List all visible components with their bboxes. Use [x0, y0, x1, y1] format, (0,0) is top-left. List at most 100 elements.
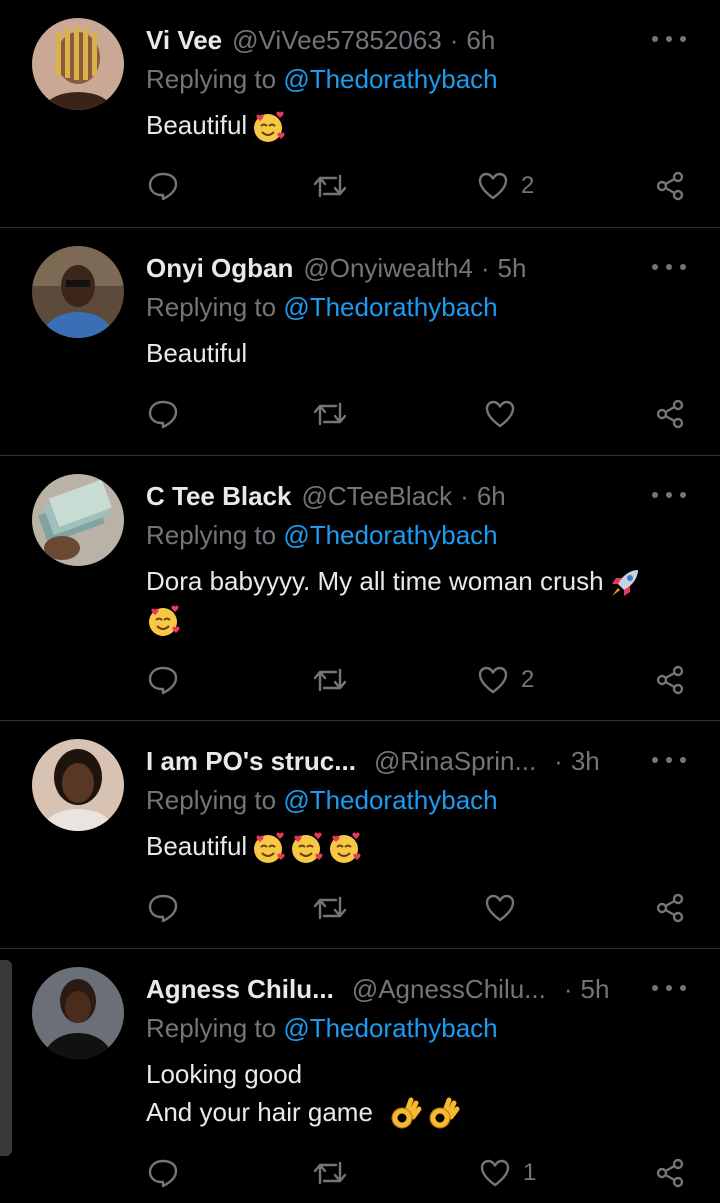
user-handle[interactable]: @ViVee57852063 [232, 25, 442, 56]
reply-header: Vi Vee @ViVee57852063 · 6h [146, 22, 495, 58]
like-button[interactable] [484, 888, 516, 928]
replying-to-label: Replying to [146, 292, 277, 322]
smiling-face-with-hearts-icon [251, 831, 285, 865]
more-options-icon[interactable] [652, 973, 686, 1003]
reply-text: Beautiful [146, 334, 691, 372]
like-count: 2 [521, 666, 535, 693]
reply-button[interactable] [147, 888, 179, 928]
timestamp[interactable]: 6h [477, 481, 506, 512]
like-button[interactable]: 1 [479, 1153, 536, 1193]
more-options-icon[interactable] [652, 24, 686, 54]
reply-icon [148, 894, 178, 923]
retweet-button[interactable] [312, 660, 348, 700]
retweet-button[interactable] [312, 1153, 348, 1193]
reply-item[interactable]: Agness Chilu... @AgnessChilu... · 5h Rep… [0, 949, 720, 1203]
reply-button[interactable] [147, 394, 179, 434]
reply-text: Beautiful [146, 106, 691, 144]
reply-button[interactable] [147, 660, 179, 700]
mention-link[interactable]: @Thedorathybach [283, 520, 497, 550]
reply-item[interactable]: Vi Vee @ViVee57852063 · 6h Replying to @… [0, 0, 720, 227]
reply-icon [148, 1159, 178, 1188]
share-button[interactable] [654, 166, 686, 206]
share-icon [656, 665, 684, 695]
avatar[interactable] [32, 18, 124, 110]
like-button[interactable]: 2 [477, 166, 534, 206]
separator-dot: · [460, 480, 469, 511]
more-options-icon[interactable] [652, 480, 686, 510]
display-name[interactable]: Vi Vee [146, 25, 222, 56]
separator-dot: · [480, 252, 490, 283]
display-name[interactable]: Agness Chilu... [146, 974, 334, 1005]
reply-button[interactable] [147, 166, 179, 206]
user-handle[interactable]: @Onyiwealth4 [303, 253, 472, 284]
reply-item[interactable]: I am PO's struc... @RinaSprin... · 3h Re… [0, 721, 720, 948]
rocket-icon [608, 566, 642, 600]
mention-link[interactable]: @Thedorathybach [283, 64, 497, 94]
reply-header: C Tee Black @CTeeBlack · 6h [146, 478, 506, 514]
display-name[interactable]: I am PO's struc... [146, 746, 356, 777]
action-bar [0, 888, 720, 928]
retweet-button[interactable] [312, 166, 348, 206]
avatar[interactable] [32, 967, 124, 1059]
retweet-button[interactable] [312, 394, 348, 434]
heart-icon [478, 666, 508, 694]
replying-to: Replying to @Thedorathybach [146, 1013, 498, 1044]
share-button[interactable] [654, 394, 686, 434]
reply-header: Onyi Ogban @Onyiwealth4 · 5h [146, 250, 526, 286]
retweet-icon [313, 402, 347, 426]
retweet-icon [313, 1161, 347, 1185]
reply-text-line: And your hair game [146, 1097, 373, 1127]
user-handle[interactable]: @AgnessChilu... [352, 974, 546, 1005]
replying-to-label: Replying to [146, 785, 277, 815]
separator-dot: · [563, 973, 573, 1004]
avatar[interactable] [32, 739, 124, 831]
reply-text: Dora babyyyy. My all time woman crush [146, 562, 691, 638]
share-icon [656, 171, 684, 201]
replying-to-label: Replying to [146, 520, 277, 550]
display-name[interactable]: Onyi Ogban [146, 253, 293, 284]
like-button[interactable]: 2 [477, 660, 534, 700]
more-options-icon[interactable] [652, 252, 686, 282]
reply-text-line: Beautiful [146, 831, 248, 861]
timestamp[interactable]: 5h [581, 974, 610, 1005]
reply-icon [148, 400, 178, 429]
retweet-button[interactable] [312, 888, 348, 928]
ok-hand-icon [427, 1097, 461, 1131]
replying-to-label: Replying to [146, 64, 277, 94]
retweet-icon [313, 174, 347, 198]
like-count: 1 [523, 1159, 537, 1186]
mention-link[interactable]: @Thedorathybach [283, 292, 497, 322]
like-button[interactable] [484, 394, 516, 434]
mention-link[interactable]: @Thedorathybach [283, 1013, 497, 1043]
avatar[interactable] [32, 246, 124, 338]
replying-to: Replying to @Thedorathybach [146, 785, 498, 816]
replying-to: Replying to @Thedorathybach [146, 520, 498, 551]
reply-text-line: Looking good [146, 1059, 303, 1089]
reply-item[interactable]: Onyi Ogban @Onyiwealth4 · 5h Replying to… [0, 228, 720, 455]
reply-icon [148, 666, 178, 695]
share-button[interactable] [654, 888, 686, 928]
action-bar: 2 [0, 166, 720, 206]
share-button[interactable] [654, 660, 686, 700]
more-options-icon[interactable] [652, 745, 686, 775]
action-bar: 2 [0, 660, 720, 700]
separator-dot: · [449, 24, 459, 55]
share-icon [656, 399, 684, 429]
reply-text: Beautiful [146, 827, 691, 865]
share-icon [656, 893, 684, 923]
reply-icon [148, 172, 178, 201]
scrollbar-thumb[interactable] [0, 960, 12, 1156]
timestamp[interactable]: 6h [466, 25, 495, 56]
user-handle[interactable]: @CTeeBlack [301, 481, 452, 512]
share-button[interactable] [654, 1153, 686, 1193]
reply-button[interactable] [147, 1153, 179, 1193]
avatar[interactable] [32, 474, 124, 566]
reply-item[interactable]: C Tee Black @CTeeBlack · 6h Replying to … [0, 456, 720, 720]
display-name[interactable]: C Tee Black [146, 481, 291, 512]
timestamp[interactable]: 5h [498, 253, 527, 284]
user-handle[interactable]: @RinaSprin... [374, 746, 536, 777]
replying-to: Replying to @Thedorathybach [146, 64, 498, 95]
timestamp[interactable]: 3h [571, 746, 600, 777]
mention-link[interactable]: @Thedorathybach [283, 785, 497, 815]
heart-icon [480, 1159, 510, 1187]
